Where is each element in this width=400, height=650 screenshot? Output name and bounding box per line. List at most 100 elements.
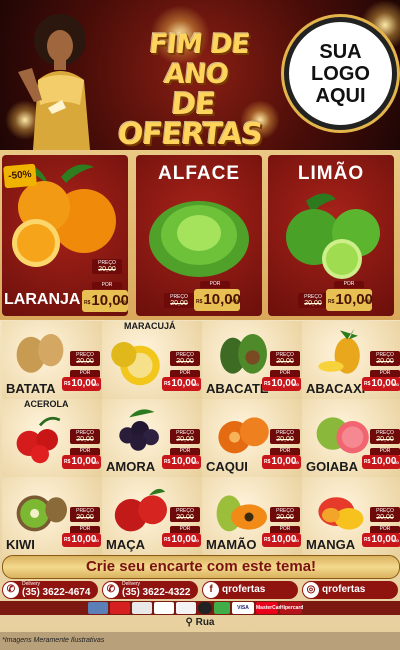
- product-card-amora: AMORA PREÇO 20,00 POR R$10,00 KG: [102, 399, 202, 479]
- contact-facebook[interactable]: f qrofertas: [202, 581, 298, 599]
- footer: *Imagens Meramente Ilustrativas: [0, 632, 400, 650]
- por-label: POR: [70, 448, 100, 455]
- currency: R$: [364, 537, 371, 543]
- price-tag: R$10,00 KG: [326, 289, 373, 311]
- unit: KG: [393, 538, 399, 543]
- por-label: POR: [170, 448, 200, 455]
- unit: KG: [93, 460, 99, 465]
- product-card-batata: BATATA PREÇO 20,00 POR R$10,00 KG: [2, 321, 102, 401]
- phone-icon: ✆: [103, 582, 119, 598]
- por-label: POR: [200, 281, 230, 288]
- currency: R$: [264, 459, 271, 465]
- product-card-manga: MANGA PREÇO 20,00 POR R$10,00 KG: [302, 477, 400, 557]
- unit: KG: [193, 382, 199, 387]
- old-price-tag: PREÇO 20,00: [270, 429, 300, 444]
- product-name: MAÇA: [106, 537, 145, 552]
- contact-phone-1[interactable]: ✆ Delivery (35) 3622-4674: [2, 581, 98, 599]
- price-tag: R$10,00 KG: [162, 377, 201, 391]
- old-price: 20,00: [276, 436, 294, 443]
- product-name: ALFACE: [158, 163, 240, 184]
- old-price: 20,00: [170, 300, 188, 307]
- product-name: CAQUI: [206, 459, 248, 474]
- product-card-acerola: ACEROLA PREÇO 20,00 POR R$10,00 KG: [2, 399, 102, 479]
- mamao-image: [216, 495, 267, 532]
- headline: FIM DE ANO DE OFERTAS: [106, 29, 284, 150]
- product-name: AMORA: [106, 459, 156, 474]
- old-price: 20,00: [76, 514, 94, 521]
- contact-text: (35) 3622-4322: [122, 587, 191, 598]
- address-text: Rua: [195, 617, 215, 628]
- product-name: LARANJA: [4, 291, 81, 308]
- old-price: 20,00: [376, 514, 394, 521]
- old-price: 20,00: [276, 358, 294, 365]
- lettuce-image: [149, 201, 249, 277]
- old-price: 20,00: [276, 514, 294, 521]
- elo-icon: [198, 602, 212, 614]
- instagram-icon: ◎: [303, 582, 319, 598]
- por-label: POR: [370, 370, 400, 377]
- old-price: 20,00: [376, 358, 394, 365]
- por-label: POR: [70, 526, 100, 533]
- unit: KG: [120, 299, 126, 304]
- currency: R$: [328, 299, 335, 305]
- product-card-abacate: ABACATE PREÇO 20,00 POR R$10,00 KG: [202, 321, 302, 401]
- por-label: POR: [370, 448, 400, 455]
- currency: R$: [64, 381, 71, 387]
- unit: UND: [229, 298, 238, 303]
- currency: R$: [64, 537, 71, 543]
- visa-icon: VISA: [232, 602, 254, 614]
- payment-methods: VISA MasterCard Hipercard: [88, 602, 314, 614]
- price-tag: R$10,00 KG: [162, 455, 201, 469]
- currency: R$: [264, 381, 271, 387]
- old-price-tag: PREÇO 20,00: [164, 293, 194, 308]
- old-price-tag: PREÇO 20,00: [370, 507, 400, 522]
- currency: R$: [164, 459, 171, 465]
- contact-instagram[interactable]: ◎ qrofertas: [302, 581, 398, 599]
- unit: KG: [364, 298, 370, 303]
- mastercard-icon: MasterCard: [256, 602, 284, 614]
- currency: R$: [364, 381, 371, 387]
- card-icon: [214, 602, 230, 614]
- card-icon: [132, 602, 152, 614]
- unit: KG: [193, 538, 199, 543]
- price-tag: R$10,00 KG: [162, 533, 201, 547]
- product-name: MAMÃO: [206, 537, 257, 552]
- price-tag: R$10,00 KG: [62, 377, 101, 391]
- price-tag: R$10,00 KG: [362, 533, 400, 547]
- product-card-maracuja: MARACUJÁ PREÇO 20,00 POR R$10,00 KG: [102, 321, 202, 401]
- product-card-mamao: MAMÃO PREÇO 20,00 POR R$10,00 KG: [202, 477, 302, 557]
- price-tag: R$10,00 KG: [82, 290, 128, 312]
- old-price-tag: PREÇO 20,00: [170, 507, 200, 522]
- card-icon: [176, 602, 196, 614]
- logo-text-2: LOGO: [311, 62, 370, 85]
- abacaxi-image: [318, 328, 360, 374]
- contact-phone-2[interactable]: ✆ Delivery (35) 3622-4322: [102, 581, 198, 599]
- goiaba-image: [316, 417, 369, 454]
- featured-card-laranja: -50% LARANJA PREÇO 20,00 POR R$10,00 KG: [2, 155, 128, 316]
- product-name: ABACAXI: [306, 381, 366, 396]
- price-tag: R$10,00 KG: [362, 377, 400, 391]
- header: FIM DE ANO DE OFERTAS SUA LOGO AQUI: [0, 0, 400, 150]
- por-label: POR: [270, 370, 300, 377]
- manga-image: [318, 497, 364, 530]
- location-pin-icon: ⚲: [185, 617, 196, 628]
- price-tag: R$10,00 KG: [362, 455, 400, 469]
- logo-placeholder: SUA LOGO AQUI: [284, 17, 397, 130]
- old-price-tag: PREÇO 20,00: [70, 429, 100, 444]
- woman-photo: [18, 14, 90, 150]
- cta-banner[interactable]: Crie seu encarte com este tema!: [2, 555, 400, 579]
- price-tag: R$10,00 KG: [62, 533, 101, 547]
- product-card-kiwi: KIWI PREÇO 20,00 POR R$10,00 KG: [2, 477, 102, 557]
- por-label: POR: [70, 370, 100, 377]
- amora-image: [119, 409, 159, 451]
- old-price-tag: PREÇO 20,00: [170, 351, 200, 366]
- old-price-tag: PREÇO 20,00: [270, 351, 300, 366]
- price-tag: R$10,00 KG: [262, 455, 301, 469]
- product-card-maca: MAÇA PREÇO 20,00 POR R$10,00 KG: [102, 477, 202, 557]
- abacate-image: [220, 334, 267, 374]
- contact-text: (35) 3622-4674: [22, 587, 91, 598]
- product-card-goiaba: GOIABA PREÇO 20,00 POR R$10,00 KG: [302, 399, 400, 479]
- currency: R$: [84, 300, 91, 306]
- por-label: POR: [270, 448, 300, 455]
- old-price-tag: PREÇO 20,00: [70, 351, 100, 366]
